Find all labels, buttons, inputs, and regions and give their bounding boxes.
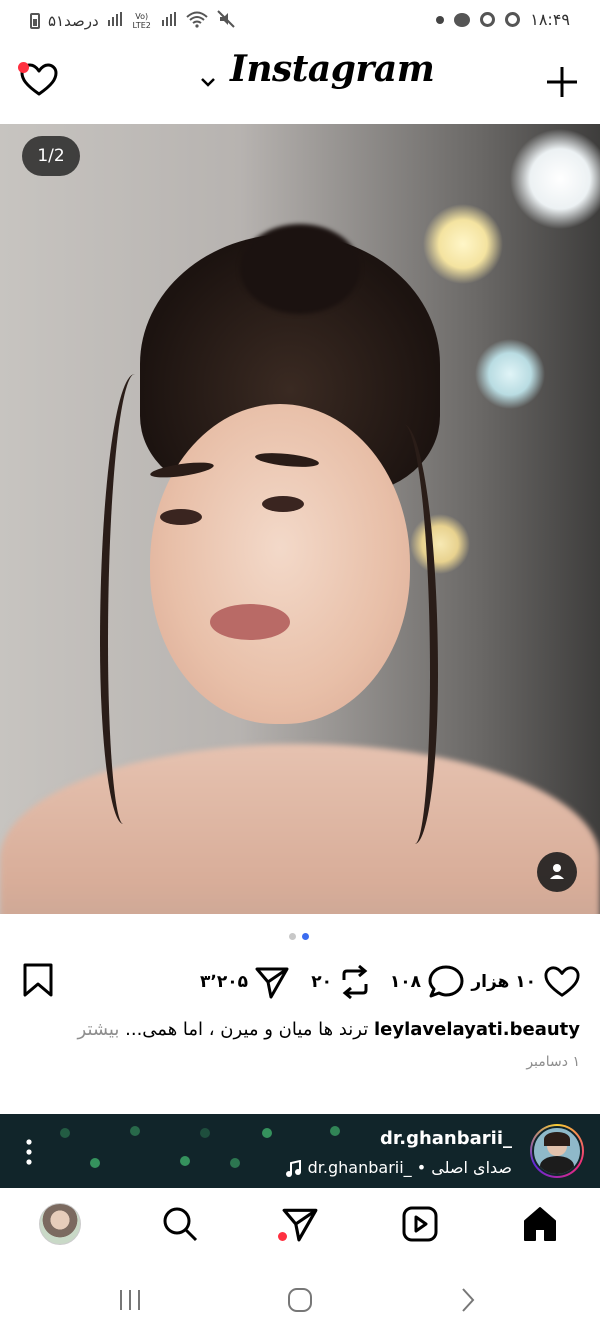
caption: leylavelayati.beauty ترند ها میان و میرن… (20, 1016, 580, 1044)
carousel-dots (289, 933, 309, 940)
left-eye-shape (160, 509, 202, 525)
recent-apps-button[interactable] (110, 1282, 150, 1318)
bokeh-dot (262, 1128, 272, 1138)
mute-icon (216, 10, 235, 32)
more-vertical-icon (26, 1139, 32, 1165)
audio-label: صدای اصلی (431, 1158, 512, 1177)
bokeh-dot (130, 1126, 140, 1136)
right-eye-shape (262, 496, 304, 512)
chrome-icon (505, 12, 521, 27)
chevron-down-icon (201, 78, 215, 87)
chrome-icon-2 (480, 12, 496, 27)
bookmark-icon (23, 963, 53, 997)
profile-tab[interactable] (38, 1202, 82, 1246)
volte-label: Vo) LTE2 (132, 12, 151, 30)
save-button[interactable] (20, 962, 56, 998)
signal-icon-2 (161, 12, 177, 30)
status-right: ۱۸:۴۹ (436, 10, 570, 29)
like-action[interactable]: ۱۰ هزار (471, 962, 582, 1002)
comment-icon (428, 965, 464, 998)
clock: ۱۸:۴۹ (530, 10, 570, 29)
signal-icon (107, 12, 123, 30)
bokeh-dot (60, 1128, 70, 1138)
heart-icon (544, 966, 580, 997)
reels-icon (402, 1206, 438, 1242)
comment-action[interactable]: ۱۰۸ (390, 962, 465, 1002)
face-shape (150, 404, 410, 724)
hair-strand-left (100, 374, 158, 824)
repost-action[interactable]: ۲۰ (311, 962, 372, 1002)
music-note-icon (285, 1159, 301, 1177)
instagram-logo: Instagram (230, 48, 435, 90)
more-options-button[interactable] (24, 1138, 34, 1166)
direct-messages-tab[interactable] (278, 1204, 320, 1244)
post-date: ۱ دسامبر (526, 1054, 580, 1070)
plus-icon (547, 67, 577, 97)
avatar (39, 1203, 81, 1245)
share-action[interactable]: ۳٬۲۰۵ (200, 962, 290, 1002)
notification-dot (436, 15, 445, 24)
share-count: ۳٬۲۰۵ (200, 972, 248, 992)
back-system-button[interactable] (448, 1282, 488, 1318)
user-icon (550, 864, 564, 879)
caption-more-link[interactable]: بیشتر (78, 1019, 120, 1040)
message-icon (454, 12, 471, 27)
battery-icon (30, 13, 40, 29)
caption-username[interactable]: leylavelayati.beauty (374, 1019, 580, 1040)
home-icon (524, 1207, 556, 1241)
next-post-avatar[interactable] (530, 1124, 584, 1178)
next-post-username[interactable]: dr.ghanbarii_ (380, 1128, 512, 1149)
repost-icon (342, 964, 368, 1000)
reels-video-tab[interactable] (400, 1204, 440, 1244)
audio-user: dr.ghanbarii_ (307, 1158, 412, 1177)
recent-apps-icon (120, 1290, 140, 1310)
search-icon (163, 1207, 198, 1242)
carousel-dot (289, 933, 296, 940)
chevron-right-icon (462, 1288, 475, 1312)
carousel-dot-active (302, 933, 309, 940)
repost-count: ۲۰ (311, 972, 332, 992)
bokeh-dot (230, 1158, 240, 1168)
home-circle-icon (288, 1288, 312, 1312)
reels-tab[interactable] (160, 1204, 200, 1244)
carousel-page-indicator: 1/2 (22, 136, 80, 176)
avatar-image (532, 1126, 582, 1176)
send-icon (255, 967, 289, 999)
bokeh-dot (200, 1128, 210, 1138)
next-post-audio[interactable]: صدای اصلی • dr.ghanbarii_ (285, 1158, 512, 1178)
home-tab[interactable] (520, 1204, 560, 1244)
activity-button[interactable] (18, 60, 60, 100)
home-system-button[interactable] (280, 1282, 320, 1318)
notification-dot (18, 62, 29, 73)
audio-separator: • (416, 1158, 427, 1177)
like-count: ۱۰ هزار (471, 972, 536, 992)
status-left: ۵۱درصد Vo) LTE2 (30, 10, 235, 32)
bokeh-dot (180, 1156, 190, 1166)
wifi-icon (185, 10, 209, 32)
post-image[interactable] (0, 124, 600, 914)
caption-text: ترند ها میان و میرن ، اما همی... (125, 1019, 369, 1040)
hair-bun-shape (240, 224, 360, 314)
status-bar: ۵۱درصد Vo) LTE2 ۱۸:۴۹ (0, 0, 600, 40)
tagged-users-button[interactable] (537, 852, 577, 892)
comment-count: ۱۰۸ (389, 972, 421, 992)
new-post-button[interactable] (542, 62, 582, 102)
notification-dot (278, 1232, 287, 1241)
bokeh-dot (90, 1158, 100, 1168)
lips-shape (210, 604, 290, 640)
hair-strand-right (380, 424, 438, 844)
shoulders-shape (0, 744, 600, 914)
battery-percent: ۵۱درصد (48, 12, 99, 30)
bokeh-dot (330, 1126, 340, 1136)
